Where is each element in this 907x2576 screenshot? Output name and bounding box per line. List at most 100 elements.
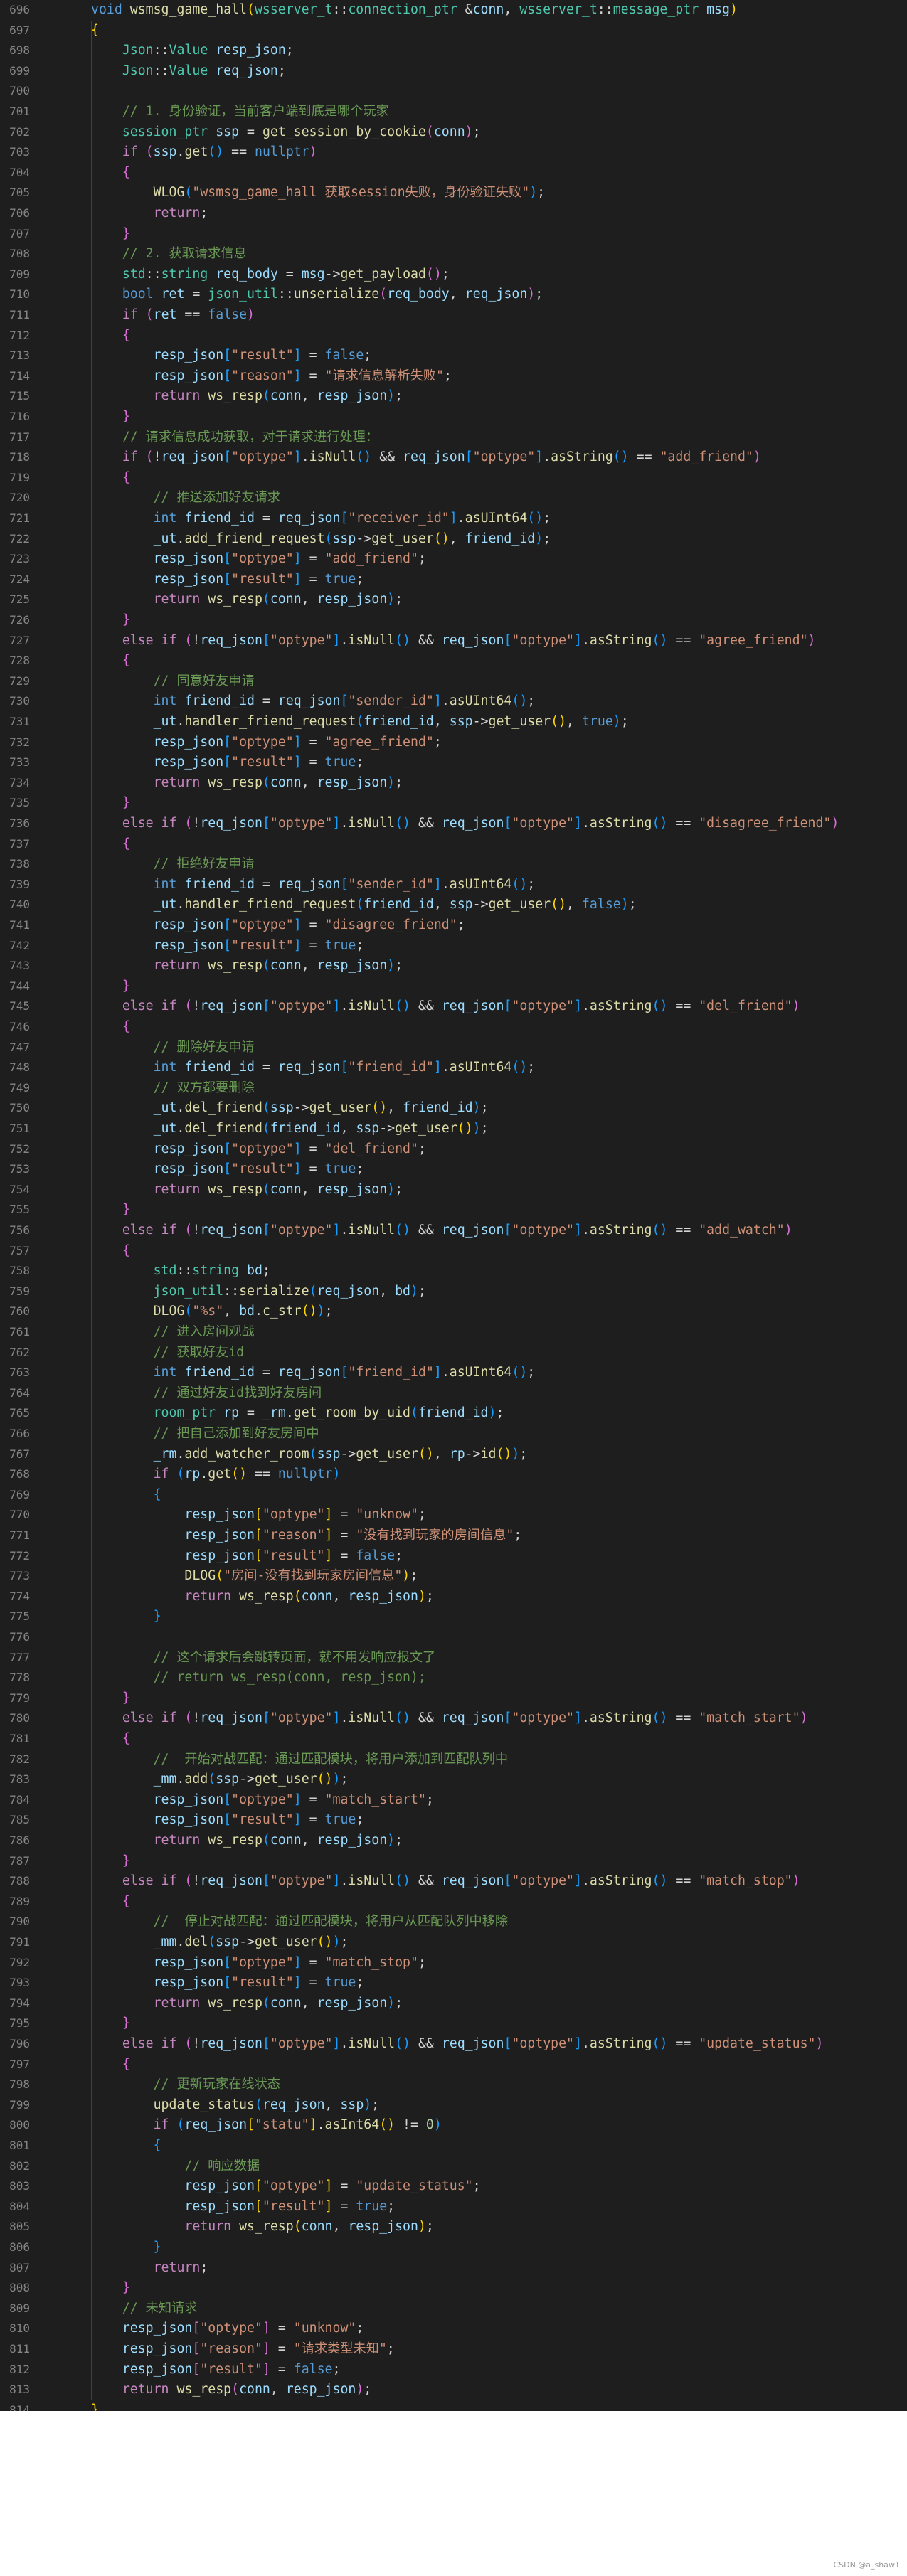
code-token: isNull [348,2036,396,2051]
code-line: 767 _rm.add_watcher_room(ssp->get_user()… [0,1444,907,1465]
code-token: ] [293,571,302,587]
code-token: _rm [262,1405,286,1421]
code-token: "add_friend" [659,449,753,465]
code-token: true [324,571,356,587]
code-token: ; [395,1995,403,2011]
code-token: req_json [161,449,224,465]
code-token: "optype" [511,999,574,1014]
code-token: ws_resp [208,388,262,404]
code-token: conn [270,1995,302,2011]
code-token: Value [169,43,216,58]
code-token: asString [589,1223,652,1238]
code-token: std [122,266,146,282]
code-token: // 更新玩家在线状态 [153,2077,280,2092]
code-token: { [122,327,130,343]
code-token: "optype" [511,1710,574,1726]
code-token: && [371,449,403,465]
code-token: ; [537,185,546,201]
code-token: . [176,144,185,160]
code-text: DLOG("房间-没有找到玩家房间信息"); [91,1566,418,1587]
code-token: _mm [153,1934,177,1949]
code-token: ; [340,1772,349,1787]
code-text: } [91,2237,161,2258]
code-token: . [457,511,465,526]
code-line: 710 bool ret = json_util::unserialize(re… [0,284,907,305]
code-line: 769 { [0,1485,907,1506]
code-token: return [153,1995,208,2011]
code-token: == [667,999,699,1014]
code-token: resp_json [153,755,224,770]
code-token: ) [356,2382,364,2397]
code-token: == [667,1223,699,1238]
code-token: "friend_id" [348,1365,434,1380]
code-token: { [122,164,130,180]
code-editor[interactable]: 696 void wsmsg_game_hall(wsserver_t::conn… [0,0,907,2411]
code-token: ; [472,124,481,139]
code-token: ] [293,1954,302,1970]
code-token: :: [176,1263,193,1279]
code-token: ) [433,2117,442,2133]
code-token: } [122,1853,130,1868]
code-token: asString [589,1873,652,1889]
code-token: friend_id [184,1365,255,1380]
line-number: 744 [9,979,30,993]
code-token: // 通过好友id找到好友房间 [153,1385,322,1400]
code-line: 774 return ws_resp(conn, resp_json); [0,1587,907,1607]
code-text: _ut.add_friend_request(ssp->get_user(), … [91,529,551,550]
code-token: resp_json [122,2321,193,2336]
code-token: ; [457,917,465,932]
code-token: ; [395,1548,403,1563]
code-token: get_user [356,1446,418,1462]
code-token: == [667,632,699,648]
code-token: req_json [465,287,528,302]
code-token: :: [145,266,161,282]
code-token: -> [356,531,372,546]
code-token: . [176,1121,185,1136]
code-token: asString [551,449,613,465]
code-token: = [254,1060,278,1075]
code-text: room_ptr rp = _rm.get_room_by_uid(friend… [91,1403,504,1424]
code-text: session_ptr ssp = get_session_by_cookie(… [91,122,481,143]
code-token: req_json [262,2097,325,2112]
code-token: ; [262,1263,270,1279]
code-token: rp [449,1446,465,1462]
code-token: int [153,876,185,892]
code-token: get [208,1467,232,1482]
line-number: 698 [9,43,30,58]
code-token: ; [386,2341,395,2356]
code-token: { [153,2138,161,2153]
code-token: conn [270,958,302,974]
code-token: , [433,714,450,729]
code-token: , [387,1100,403,1116]
line-number: 761 [9,1325,30,1338]
code-token: isNull [348,816,396,831]
code-token: ssp [270,1100,294,1116]
line-number: 715 [9,389,30,403]
code-line: 764 // 通过好友id找到好友房间 [0,1383,907,1404]
code-token: () [527,511,543,526]
code-token: req_json [277,511,341,526]
code-token: { [122,653,130,669]
code-token: ] [433,1060,442,1075]
code-line: 722 _ut.add_friend_request(ssp->get_user… [0,529,907,550]
code-token: ( [262,1833,270,1848]
line-number: 745 [9,999,30,1013]
code-text: if (rp.get() == nullptr) [91,1464,341,1485]
code-token: ] [324,2178,333,2194]
code-token: ssp [449,714,473,729]
code-token: && [410,2036,442,2051]
code-token: ] [293,755,302,770]
line-number: 733 [9,755,30,770]
code-token: , [449,531,465,546]
code-token: ] [293,1141,302,1156]
line-number: 705 [9,186,30,200]
code-token: . [581,999,590,1014]
code-token: conn [270,1181,302,1197]
